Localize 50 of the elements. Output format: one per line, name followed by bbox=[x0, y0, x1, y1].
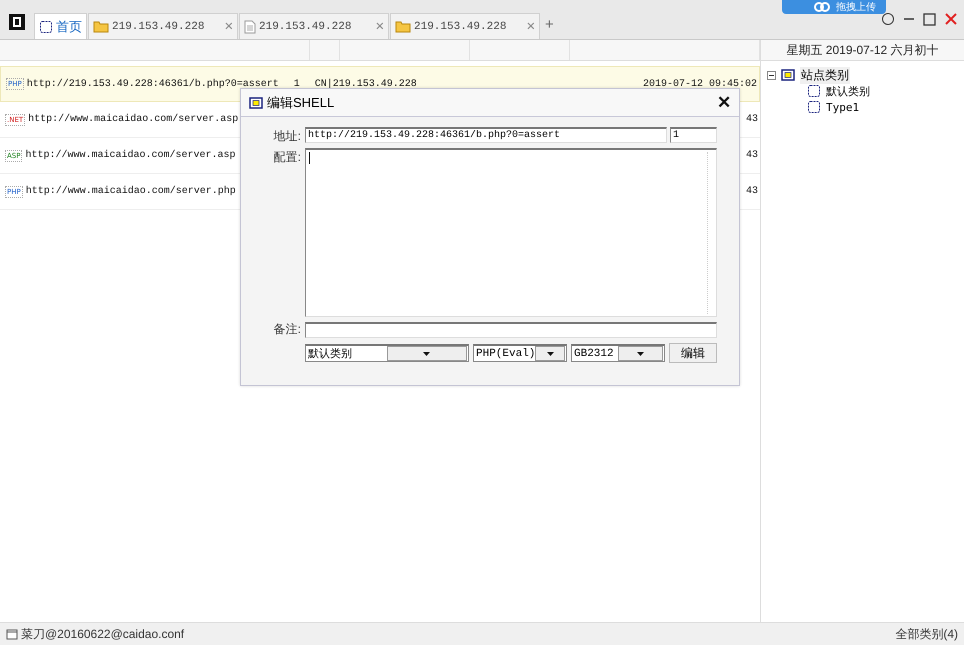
category-icon bbox=[781, 69, 795, 81]
url-cell-text: http://www.maicaidao.com/server.asp bbox=[25, 150, 236, 161]
tree-item[interactable]: 默认类别 bbox=[826, 84, 870, 98]
edit-button[interactable]: 编辑 bbox=[669, 343, 717, 363]
cloud-icon bbox=[814, 2, 830, 12]
category-count: 全部类别(4) bbox=[895, 626, 958, 642]
dropdown-icon bbox=[423, 352, 430, 356]
dropdown-icon bbox=[546, 352, 554, 356]
date-header: 星期五 2019-07-12 六月初十 bbox=[761, 40, 964, 61]
time-cell: 2019-07-12 09:45:02 bbox=[642, 78, 757, 90]
category-select[interactable]: 默认类别 bbox=[305, 344, 469, 362]
text-cursor bbox=[309, 152, 310, 164]
document-icon bbox=[244, 20, 256, 34]
dropdown-icon bbox=[636, 352, 644, 356]
app-logo-icon bbox=[8, 13, 26, 31]
frame-icon bbox=[807, 84, 821, 98]
config-label: 配置: bbox=[272, 149, 301, 166]
folder-icon bbox=[93, 20, 109, 33]
frame-icon bbox=[39, 20, 53, 34]
window-icon bbox=[6, 628, 18, 640]
tab[interactable]: 219.153.49.228 ✕ bbox=[239, 13, 389, 39]
url-cell-text: http://www.maicaidao.com/server.php bbox=[26, 186, 237, 197]
password-field[interactable]: 1 bbox=[670, 127, 717, 143]
window-icon bbox=[249, 96, 263, 108]
close-icon bbox=[944, 12, 958, 26]
url-cell-text: http://www.maicaidao.com/server.asp bbox=[28, 114, 240, 125]
tab[interactable]: 219.153.49.228 ✕ bbox=[390, 13, 540, 39]
count-cell-text: 1 bbox=[292, 78, 301, 90]
address-label: 地址: bbox=[272, 128, 301, 145]
tab[interactable]: 首页 bbox=[34, 13, 87, 39]
tree-item[interactable]: 站点类别 bbox=[800, 66, 850, 84]
circle-icon bbox=[881, 12, 895, 26]
folder-icon bbox=[395, 20, 411, 33]
url-cell: http://219.153.49.228:46361/b.php?0=assert bbox=[26, 78, 279, 90]
collapse-icon[interactable] bbox=[767, 70, 776, 80]
encoding-select[interactable]: GB2312 bbox=[571, 344, 665, 362]
script-type-select[interactable]: PHP(Eval) bbox=[473, 344, 567, 362]
new-tab-button[interactable]: + bbox=[545, 16, 554, 33]
tree-item[interactable]: Type1 bbox=[826, 100, 860, 114]
maximize-icon bbox=[923, 12, 936, 26]
ip-cell-text: CN|219.153.49.228 bbox=[314, 78, 418, 90]
note-label: 备注: bbox=[272, 321, 301, 338]
tab[interactable]: 219.153.49.228 ✕ bbox=[88, 13, 238, 39]
time-cell: 43 bbox=[746, 186, 758, 197]
frame-icon bbox=[807, 100, 821, 114]
note-field[interactable] bbox=[305, 322, 717, 338]
time-cell: 43 bbox=[746, 150, 758, 161]
address-field[interactable]: http://219.153.49.228:46361/b.php?0=assert bbox=[305, 127, 667, 143]
time-cell: 43 bbox=[746, 114, 758, 125]
config-file-label: 菜刀@20160622@caidao.conf bbox=[21, 626, 184, 642]
